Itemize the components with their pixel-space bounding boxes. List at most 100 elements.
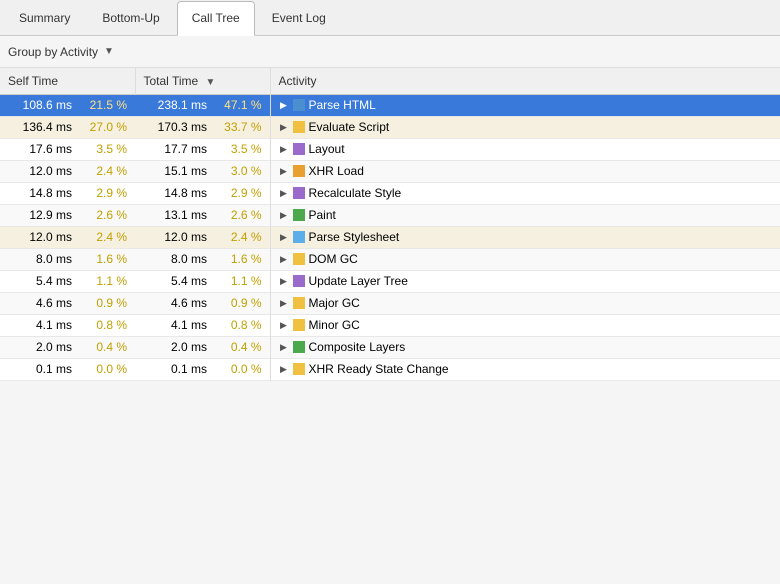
table-row[interactable]: 4.6 ms 0.9 % 4.6 ms 0.9 % ▶ Major GC <box>0 292 780 314</box>
total-time-pct: 47.1 % <box>215 94 270 116</box>
expand-arrow[interactable]: ▶ <box>279 364 289 374</box>
tab-bar: Summary Bottom-Up Call Tree Event Log <box>0 0 780 36</box>
self-time-pct: 0.4 % <box>80 336 135 358</box>
activity-cell: ▶ Recalculate Style <box>270 182 780 204</box>
self-time-pct: 21.5 % <box>80 94 135 116</box>
self-time-pct: 27.0 % <box>80 116 135 138</box>
expand-arrow[interactable]: ▶ <box>279 166 289 176</box>
total-time-ms: 2.0 ms <box>135 336 215 358</box>
expand-arrow[interactable]: ▶ <box>279 122 289 132</box>
col-header-total-time[interactable]: Total Time ▼ <box>135 68 270 94</box>
activity-cell: ▶ Parse Stylesheet <box>270 226 780 248</box>
self-time-pct: 2.4 % <box>80 160 135 182</box>
self-time-ms: 4.6 ms <box>0 292 80 314</box>
tab-event-log[interactable]: Event Log <box>257 0 341 35</box>
activity-name: Parse Stylesheet <box>309 230 400 244</box>
group-by-row: Group by Activity ▼ <box>0 36 780 68</box>
total-time-pct: 2.4 % <box>215 226 270 248</box>
activity-name: Composite Layers <box>309 340 406 354</box>
table-row[interactable]: 12.0 ms 2.4 % 15.1 ms 3.0 % ▶ XHR Load <box>0 160 780 182</box>
tab-summary[interactable]: Summary <box>4 0 85 35</box>
expand-arrow[interactable]: ▶ <box>279 144 289 154</box>
activity-color-swatch <box>293 363 305 375</box>
activity-cell: ▶ Evaluate Script <box>270 116 780 138</box>
activity-color-swatch <box>293 143 305 155</box>
table-row[interactable]: 108.6 ms 21.5 % 238.1 ms 47.1 % ▶ Parse … <box>0 94 780 116</box>
table-row[interactable]: 4.1 ms 0.8 % 4.1 ms 0.8 % ▶ Minor GC <box>0 314 780 336</box>
activity-name: Paint <box>309 208 336 222</box>
total-time-pct: 0.0 % <box>215 358 270 380</box>
sort-arrow-total: ▼ <box>206 77 216 88</box>
self-time-ms: 4.1 ms <box>0 314 80 336</box>
activity-color-swatch <box>293 165 305 177</box>
activity-cell: ▶ Parse HTML <box>270 94 780 116</box>
activity-name: XHR Load <box>309 164 364 178</box>
total-time-pct: 33.7 % <box>215 116 270 138</box>
data-table-wrapper: Self Time Total Time ▼ Activity 108.6 ms… <box>0 68 780 381</box>
activity-name: Layout <box>309 142 345 156</box>
expand-arrow[interactable]: ▶ <box>279 188 289 198</box>
self-time-ms: 12.0 ms <box>0 226 80 248</box>
total-time-ms: 15.1 ms <box>135 160 215 182</box>
expand-arrow[interactable]: ▶ <box>279 254 289 264</box>
total-time-pct: 0.9 % <box>215 292 270 314</box>
self-time-pct: 0.0 % <box>80 358 135 380</box>
self-time-ms: 2.0 ms <box>0 336 80 358</box>
total-time-pct: 3.0 % <box>215 160 270 182</box>
total-time-pct: 3.5 % <box>215 138 270 160</box>
activity-name: Recalculate Style <box>309 186 402 200</box>
table-row[interactable]: 12.9 ms 2.6 % 13.1 ms 2.6 % ▶ Paint <box>0 204 780 226</box>
activity-cell: ▶ Composite Layers <box>270 336 780 358</box>
total-time-pct: 1.1 % <box>215 270 270 292</box>
self-time-pct: 3.5 % <box>80 138 135 160</box>
total-time-ms: 5.4 ms <box>135 270 215 292</box>
activity-color-swatch <box>293 187 305 199</box>
activity-cell: ▶ Paint <box>270 204 780 226</box>
tab-bottom-up[interactable]: Bottom-Up <box>87 0 174 35</box>
table-row[interactable]: 0.1 ms 0.0 % 0.1 ms 0.0 % ▶ XHR Ready St… <box>0 358 780 380</box>
expand-arrow[interactable]: ▶ <box>279 298 289 308</box>
total-time-ms: 4.6 ms <box>135 292 215 314</box>
activity-color-swatch <box>293 319 305 331</box>
call-tree-table: Self Time Total Time ▼ Activity 108.6 ms… <box>0 68 780 381</box>
expand-arrow[interactable]: ▶ <box>279 210 289 220</box>
total-time-pct: 2.6 % <box>215 204 270 226</box>
total-time-ms: 14.8 ms <box>135 182 215 204</box>
col-header-self-time[interactable]: Self Time <box>0 68 135 94</box>
activity-cell: ▶ Minor GC <box>270 314 780 336</box>
self-time-pct: 1.6 % <box>80 248 135 270</box>
expand-arrow[interactable]: ▶ <box>279 232 289 242</box>
total-time-ms: 170.3 ms <box>135 116 215 138</box>
expand-arrow[interactable]: ▶ <box>279 320 289 330</box>
activity-cell: ▶ DOM GC <box>270 248 780 270</box>
self-time-pct: 1.1 % <box>80 270 135 292</box>
activity-name: DOM GC <box>309 252 358 266</box>
table-header-row: Self Time Total Time ▼ Activity <box>0 68 780 94</box>
table-row[interactable]: 14.8 ms 2.9 % 14.8 ms 2.9 % ▶ Recalculat… <box>0 182 780 204</box>
self-time-pct: 0.9 % <box>80 292 135 314</box>
group-by-dropdown-arrow[interactable]: ▼ <box>104 46 114 57</box>
total-time-ms: 12.0 ms <box>135 226 215 248</box>
table-row[interactable]: 17.6 ms 3.5 % 17.7 ms 3.5 % ▶ Layout <box>0 138 780 160</box>
activity-name: Parse HTML <box>309 98 376 112</box>
table-row[interactable]: 2.0 ms 0.4 % 2.0 ms 0.4 % ▶ Composite La… <box>0 336 780 358</box>
expand-arrow[interactable]: ▶ <box>279 342 289 352</box>
table-row[interactable]: 12.0 ms 2.4 % 12.0 ms 2.4 % ▶ Parse Styl… <box>0 226 780 248</box>
activity-color-swatch <box>293 341 305 353</box>
expand-arrow[interactable]: ▶ <box>279 100 289 110</box>
self-time-ms: 14.8 ms <box>0 182 80 204</box>
tab-call-tree[interactable]: Call Tree <box>177 1 255 36</box>
activity-color-swatch <box>293 209 305 221</box>
table-row[interactable]: 136.4 ms 27.0 % 170.3 ms 33.7 % ▶ Evalua… <box>0 116 780 138</box>
activity-color-swatch <box>293 121 305 133</box>
self-time-ms: 8.0 ms <box>0 248 80 270</box>
total-time-ms: 13.1 ms <box>135 204 215 226</box>
total-time-ms: 17.7 ms <box>135 138 215 160</box>
expand-arrow[interactable]: ▶ <box>279 276 289 286</box>
table-row[interactable]: 5.4 ms 1.1 % 5.4 ms 1.1 % ▶ Update Layer… <box>0 270 780 292</box>
table-row[interactable]: 8.0 ms 1.6 % 8.0 ms 1.6 % ▶ DOM GC <box>0 248 780 270</box>
activity-cell: ▶ Update Layer Tree <box>270 270 780 292</box>
total-time-pct: 1.6 % <box>215 248 270 270</box>
activity-cell: ▶ Major GC <box>270 292 780 314</box>
activity-color-swatch <box>293 275 305 287</box>
